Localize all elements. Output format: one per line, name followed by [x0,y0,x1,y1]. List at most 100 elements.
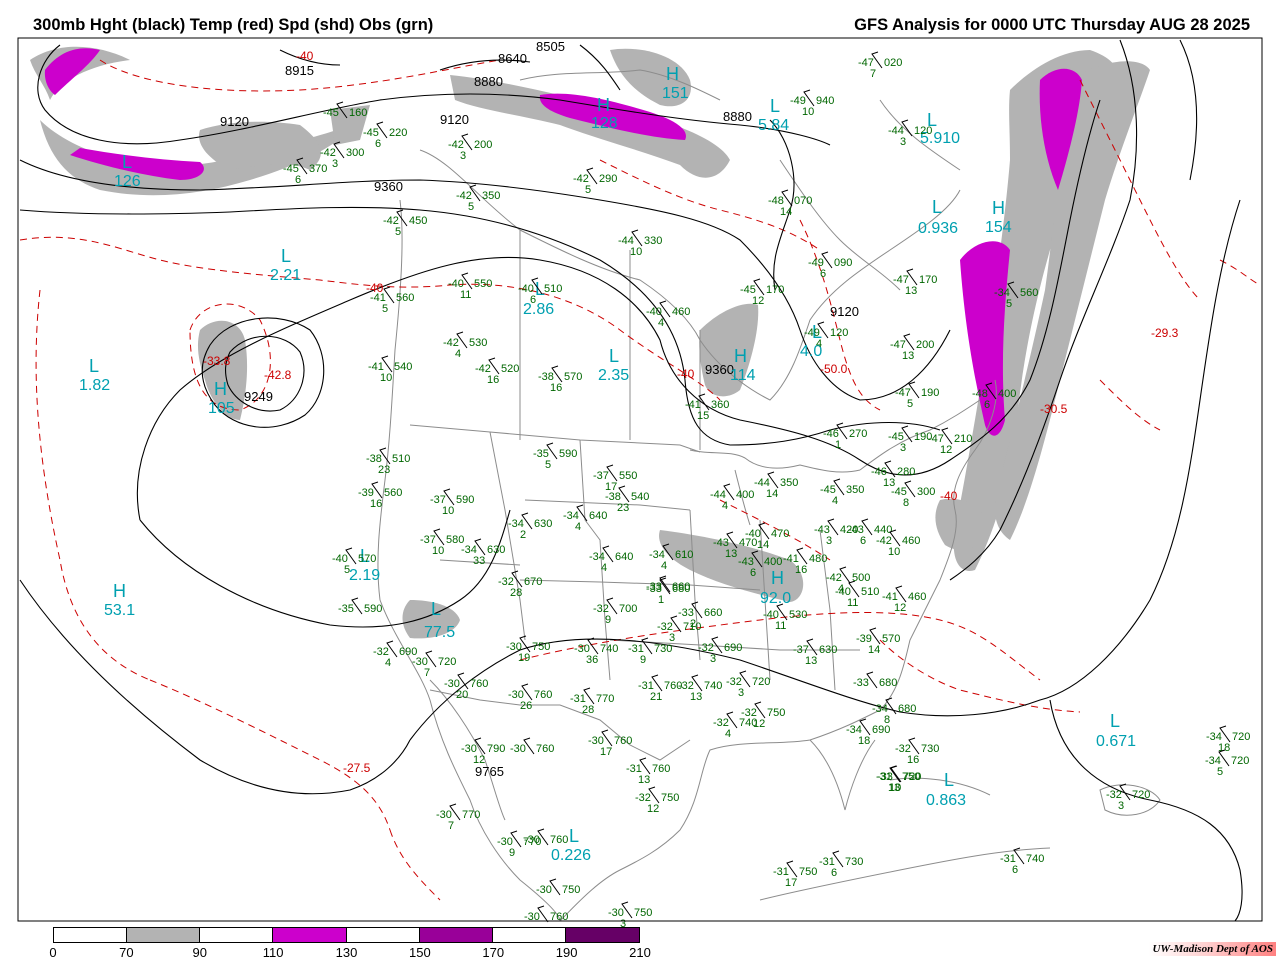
center-letter: H [214,379,227,399]
obs-height: 760 [652,763,670,775]
obs-height: 070 [794,195,812,207]
obs-dewpoint-dep: 21 [650,691,662,703]
center-letter: L [431,599,441,619]
obs-dewpoint-dep: 6 [750,567,756,579]
obs-dewpoint-dep: 3 [900,136,906,148]
temp-label: -29.3 [1151,326,1179,340]
obs-height: 750 [799,866,817,878]
height-label: 8915 [285,63,314,78]
obs-dewpoint-dep: 12 [753,718,765,730]
obs-height: 370 [309,163,327,175]
obs-dewpoint-dep: 14 [757,539,769,551]
obs-dewpoint-dep: 10 [380,372,392,384]
height-label: 8505 [536,39,565,54]
obs-dewpoint-dep: 3 [900,442,906,454]
center-value: 114 [730,367,756,384]
obs-height: 460 [672,306,690,318]
colorbar-segment [54,928,128,942]
obs-height: 720 [752,676,770,688]
obs-dewpoint-dep: 12 [473,754,485,766]
obs-height: 730 [921,743,939,755]
obs-dewpoint-dep: 12 [647,803,659,815]
obs-dewpoint-dep: 3 [826,535,832,547]
obs-height: 760 [470,678,488,690]
obs-height: 550 [619,470,637,482]
center-value: 0.863 [926,792,966,809]
obs-dewpoint-dep: 28 [510,587,522,599]
obs-dewpoint-dep: 5 [382,303,388,315]
obs-height: 760 [550,834,568,846]
obs-dewpoint-dep: 5 [1006,298,1012,310]
colorbar-segment [346,928,420,942]
colorbar-segment [127,928,201,942]
colorbar-label: 130 [335,945,358,960]
center-letter: H [771,568,784,588]
obs-dewpoint-dep: 5 [585,184,591,196]
height-label: 9765 [475,764,504,779]
obs-dewpoint-dep: 3 [332,158,338,170]
temp-label: -27.5 [343,761,371,775]
center-letter: L [770,96,780,116]
obs-height: 400 [764,556,782,568]
obs-dewpoint-dep: 18 [858,735,870,747]
center-letter: L [281,246,291,266]
obs-height: 720 [1232,731,1250,743]
obs-dewpoint-dep: 14 [766,488,778,500]
center-value: 2.86 [523,301,554,318]
obs-dewpoint-dep: 4 [725,728,731,740]
center-value: 154 [985,219,1012,236]
obs-height: 510 [861,586,879,598]
obs-dewpoint-dep: 7 [870,68,876,80]
obs-dewpoint-dep: 10 [442,505,454,517]
obs-dewpoint-dep: 2 [520,529,526,541]
obs-dewpoint-dep: 4 [816,338,822,350]
obs-height: 630 [487,544,505,556]
height-label: 9120 [220,114,249,129]
obs-dewpoint-dep: 6 [1012,864,1018,876]
height-label: 8640 [498,51,527,66]
obs-dewpoint-dep: 10 [802,106,814,118]
obs-dewpoint-dep: 7 [448,820,454,832]
obs-height: 770 [596,693,614,705]
credit-label: UW-Madison Dept of AOS [1149,942,1276,956]
obs-dewpoint-dep: 6 [984,399,990,411]
obs-dewpoint-dep: 11 [847,597,858,609]
obs-dewpoint-dep: 10 [630,246,642,258]
obs-dewpoint-dep: 5 [545,459,551,471]
obs-height: 530 [469,337,487,349]
colorbar-segment [273,928,347,942]
center-letter: L [609,346,619,366]
obs-height: 760 [614,735,632,747]
center-value: 53.1 [104,602,135,619]
obs-height: 560 [396,292,414,304]
obs-dewpoint-dep: 16 [370,498,382,510]
obs-height: 510 [392,453,410,465]
obs-height: 200 [916,339,934,351]
obs-dewpoint-dep: 17 [600,746,612,758]
center-value: 128 [591,115,618,132]
obs-dewpoint-dep: 13 [805,655,817,667]
obs-height: 660 [704,607,722,619]
obs-height: 520 [501,363,519,375]
speed-colorbar [53,927,640,943]
obs-dewpoint-dep: 6 [820,268,826,280]
obs-dewpoint-dep: 5 [907,398,913,410]
obs-dewpoint-dep: 5 [395,226,401,238]
obs-height: 630 [534,518,552,530]
obs-height: 280 [897,466,915,478]
colorbar-label: 0 [49,945,57,960]
obs-height: 350 [482,190,500,202]
height-label: 9360 [374,179,403,194]
obs-height: 750 [532,641,550,653]
obs-height: 690 [724,642,742,654]
obs-dewpoint-dep: 12 [894,602,906,614]
obs-height: 540 [394,361,412,373]
obs-dewpoint-dep: 33 [473,555,485,567]
obs-dewpoint-dep: 14 [780,206,792,218]
obs-temp: -30 [536,884,552,896]
center-value: 1.82 [79,377,110,394]
obs-height: 400 [998,388,1016,400]
obs-height: 090 [834,257,852,269]
obs-height: 680 [672,583,690,595]
center-value: 151 [662,85,689,102]
